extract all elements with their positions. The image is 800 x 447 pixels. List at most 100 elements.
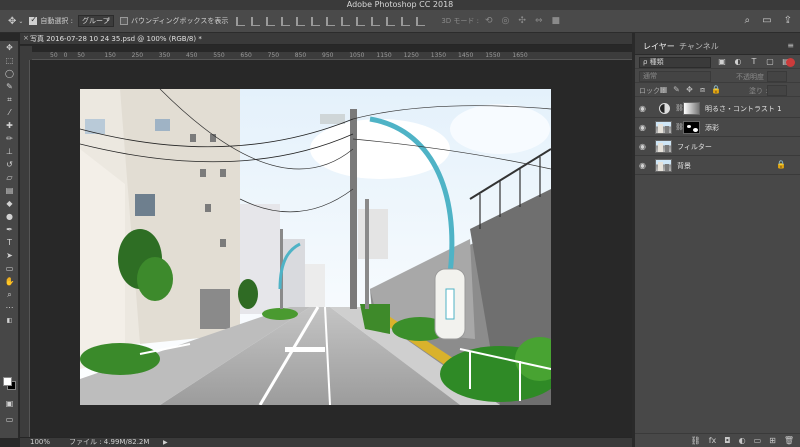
pixel-filter-icon[interactable]: ▣	[717, 57, 727, 66]
path-select-tool-icon[interactable]: ➤	[0, 249, 19, 262]
quick-mask-icon[interactable]: ▣	[0, 397, 19, 410]
distribute-center-icon[interactable]	[386, 16, 396, 26]
align-bottom-icon[interactable]	[266, 16, 276, 26]
auto-select-checkbox[interactable]	[29, 15, 38, 25]
auto-select-dropdown[interactable]: グループ	[78, 14, 115, 27]
distribute-middle-icon[interactable]	[341, 16, 351, 26]
3d-rotate-icon[interactable]: ⟲	[485, 16, 493, 26]
visibility-eye-icon[interactable]: ◉	[639, 123, 646, 132]
move-tool-icon[interactable]: ✥	[0, 41, 19, 54]
lock-position-icon[interactable]: ✥	[685, 85, 694, 95]
shape-filter-icon[interactable]: ▢	[765, 57, 775, 66]
layer-row[interactable]: ◉ ⛓ 添彩	[635, 118, 800, 137]
layer-name: フィルター	[677, 143, 712, 151]
3d-pan-icon[interactable]: ✣	[518, 16, 526, 26]
history-brush-tool-icon[interactable]: ↺	[0, 158, 19, 171]
healing-tool-icon[interactable]: ✚	[0, 119, 19, 132]
ruler-tick-label: 1050	[349, 52, 365, 59]
zoom-level[interactable]: 100%	[30, 438, 50, 447]
type-filter-icon[interactable]: T	[749, 57, 759, 66]
fill-field[interactable]	[767, 85, 787, 96]
adjustment-icon[interactable]: ◐	[739, 436, 746, 445]
align-right-icon[interactable]	[311, 16, 321, 26]
adjustment-filter-icon[interactable]: ◐	[733, 57, 743, 66]
horizontal-ruler[interactable]: 50 0 50 150 250 350 450 550 650 750 850 950 1050 1150…	[32, 52, 632, 60]
layer-mask-thumbnail[interactable]	[683, 121, 700, 134]
ruler-tick-label: 1350	[430, 52, 447, 59]
distribute-bottom-icon[interactable]	[356, 16, 366, 26]
panel-menu-icon[interactable]: ≡	[787, 41, 794, 50]
pen-tool-icon[interactable]: ✒	[0, 223, 19, 236]
shape-tool-icon[interactable]: ▭	[0, 262, 19, 275]
visibility-eye-icon[interactable]: ◉	[639, 104, 646, 113]
share-icon[interactable]: ⇪	[784, 15, 792, 26]
kind-filter-dropdown[interactable]: ρ 種類	[639, 57, 711, 68]
tab-channels[interactable]: チャンネル	[679, 41, 719, 52]
3d-roll-icon[interactable]: ◎	[502, 16, 510, 26]
reset-colors-icon[interactable]: ◧	[0, 314, 19, 327]
blur-tool-icon[interactable]: ◆	[0, 197, 19, 210]
fx-icon[interactable]: fx	[709, 436, 717, 445]
folder-icon[interactable]: ▭	[754, 436, 762, 445]
close-tab-icon[interactable]: ×	[23, 34, 29, 42]
layer-row[interactable]: ◉ 背景 🔒	[635, 156, 800, 175]
ruler-tick-label: 650	[240, 52, 252, 59]
vertical-ruler[interactable]	[20, 60, 30, 437]
brush-tool-icon[interactable]: ✏	[0, 132, 19, 145]
lasso-tool-icon[interactable]: ◯	[0, 67, 19, 80]
type-tool-icon[interactable]: T	[0, 236, 19, 249]
eraser-tool-icon[interactable]: ▱	[0, 171, 19, 184]
eyedropper-tool-icon[interactable]: ⁄	[0, 106, 19, 119]
filter-toggle-icon[interactable]	[786, 58, 795, 67]
status-menu-arrow-icon[interactable]: ▶	[163, 438, 168, 447]
new-layer-icon[interactable]: ⊞	[769, 436, 776, 445]
layer-row[interactable]: ◉ ⛓ 明るさ・コントラスト 1	[635, 99, 800, 118]
search-icon[interactable]: ⌕	[745, 15, 751, 26]
link-icon[interactable]: ⛓	[691, 436, 701, 445]
auto-align-icon[interactable]	[416, 16, 426, 26]
blend-mode-dropdown[interactable]: 通常	[639, 71, 711, 82]
panel-tabs: レイヤー チャンネル ≡	[635, 33, 800, 55]
zoom-tool-icon[interactable]: ⌕	[0, 288, 19, 301]
mask-icon[interactable]: ◘	[724, 436, 730, 445]
dodge-tool-icon[interactable]: ●	[0, 210, 19, 223]
marquee-tool-icon[interactable]: ⬚	[0, 54, 19, 67]
lock-all-icon[interactable]: 🔒	[711, 85, 721, 95]
distribute-left-icon[interactable]	[371, 16, 381, 26]
ruler-origin[interactable]	[20, 46, 32, 60]
file-size-info[interactable]: ファイル : 4.99M/82.2M	[69, 438, 149, 447]
distribute-right-icon[interactable]	[401, 16, 411, 26]
opacity-field[interactable]	[767, 71, 787, 82]
crop-tool-icon[interactable]: ⌗	[0, 93, 19, 106]
ruler-tick-label: 0	[63, 52, 68, 59]
3d-slide-icon[interactable]: ⇔	[535, 16, 543, 26]
move-options-arrow-icon[interactable]: ⌄	[18, 18, 23, 25]
align-left-icon[interactable]	[281, 16, 291, 26]
hand-tool-icon[interactable]: ✋	[0, 275, 19, 288]
layer-row[interactable]: ◉ フィルター	[635, 137, 800, 156]
gradient-tool-icon[interactable]: ▤	[0, 184, 19, 197]
lock-artboard-icon[interactable]: ⧈	[698, 85, 707, 95]
document-tab[interactable]: × 写真 2016-07-28 10 24 35.psd @ 100% (RGB…	[20, 33, 632, 45]
street-photo[interactable]	[80, 89, 551, 405]
more-tools-icon[interactable]: ⋯	[0, 301, 19, 314]
tab-layers[interactable]: レイヤー	[643, 41, 675, 52]
layer-mask-thumbnail[interactable]	[683, 102, 700, 115]
align-middle-icon[interactable]	[251, 16, 261, 26]
move-arrows-icon[interactable]: ✥	[8, 16, 16, 27]
lock-image-icon[interactable]: ✎	[672, 85, 681, 95]
visibility-eye-icon[interactable]: ◉	[639, 142, 646, 151]
stamp-tool-icon[interactable]: ⊥	[0, 145, 19, 158]
distribute-top-icon[interactable]	[326, 16, 336, 26]
foreground-color-swatch[interactable]	[3, 377, 12, 386]
screen-mode-icon[interactable]: ▭	[0, 413, 19, 426]
visibility-eye-icon[interactable]: ◉	[639, 161, 646, 170]
trash-icon[interactable]: 🗑	[784, 436, 794, 445]
lock-transparent-icon[interactable]: ▦	[659, 85, 668, 95]
3d-camera-icon[interactable]: ■	[551, 16, 560, 26]
bounding-box-checkbox[interactable]	[120, 17, 129, 25]
align-top-icon[interactable]	[236, 16, 246, 26]
align-center-icon[interactable]	[296, 16, 306, 26]
workspace-icon[interactable]: ▭	[762, 15, 771, 26]
quick-select-tool-icon[interactable]: ✎	[0, 80, 19, 93]
